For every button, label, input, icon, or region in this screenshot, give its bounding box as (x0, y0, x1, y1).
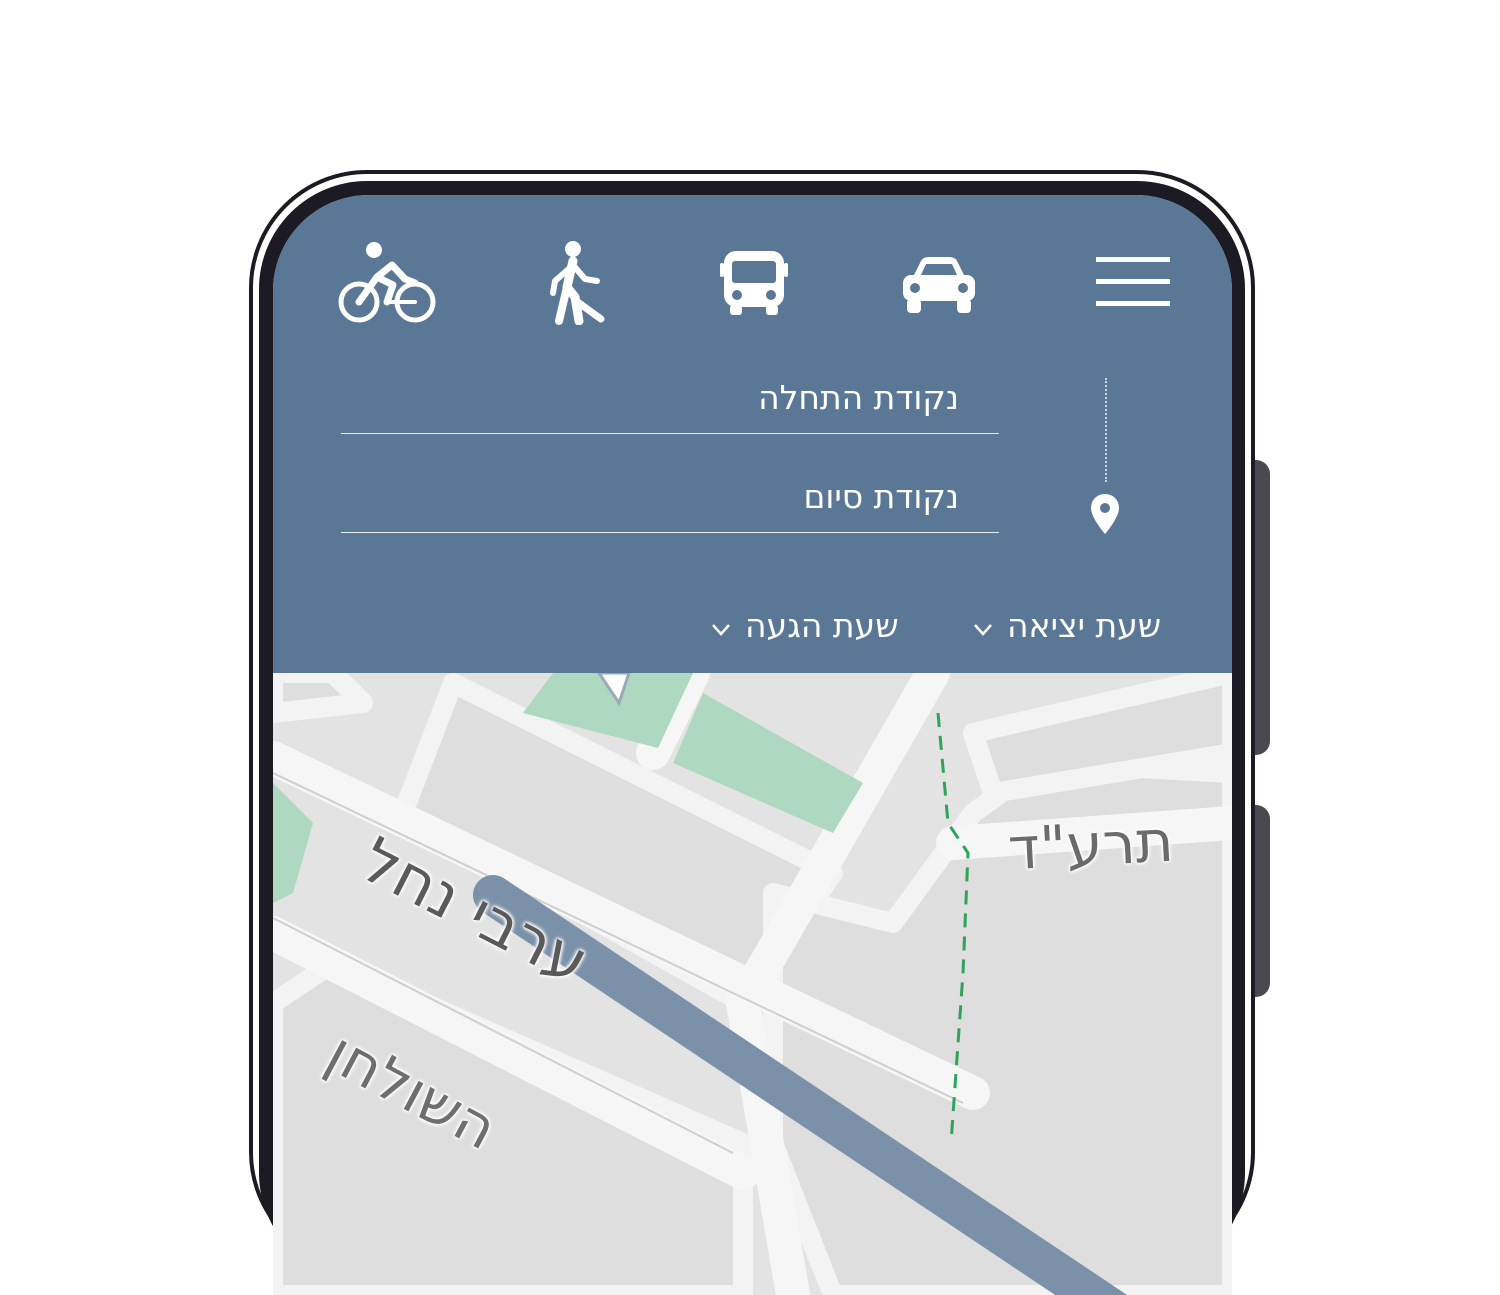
map-canvas[interactable] (273, 656, 1232, 1295)
arrival-time-select[interactable]: שעת הגעה (711, 603, 899, 647)
location-pin-icon (1090, 494, 1120, 534)
departure-time-label: שעת יציאה (1007, 605, 1162, 645)
end-point-field[interactable]: נקודת סיום (341, 472, 999, 533)
bicycle-icon[interactable] (337, 239, 439, 325)
start-point-placeholder: נקודת התחלה (758, 378, 959, 417)
map-view[interactable]: ערבי נחל תרע"ד השולחן (273, 656, 1232, 1295)
start-point-field[interactable]: נקודת התחלה (341, 373, 999, 434)
arrival-time-label: שעת הגעה (745, 605, 899, 645)
hamburger-menu-icon[interactable] (1096, 257, 1170, 307)
end-point-placeholder: נקודת סיום (803, 477, 960, 516)
car-icon[interactable] (899, 255, 979, 315)
bus-icon[interactable] (720, 249, 788, 317)
walk-icon[interactable] (549, 241, 611, 325)
route-connector-line (1105, 378, 1107, 482)
chevron-down-icon (973, 606, 993, 645)
street-label-tarad: תרע"ד (1006, 806, 1176, 884)
chevron-down-icon (711, 606, 731, 645)
phone-screen: נקודת התחלה נקודת סיום שעת יציאה שעת הגע… (273, 195, 1232, 1295)
departure-time-select[interactable]: שעת יציאה (973, 603, 1161, 647)
route-planner-header: נקודת התחלה נקודת סיום שעת יציאה שעת הגע… (273, 195, 1232, 673)
